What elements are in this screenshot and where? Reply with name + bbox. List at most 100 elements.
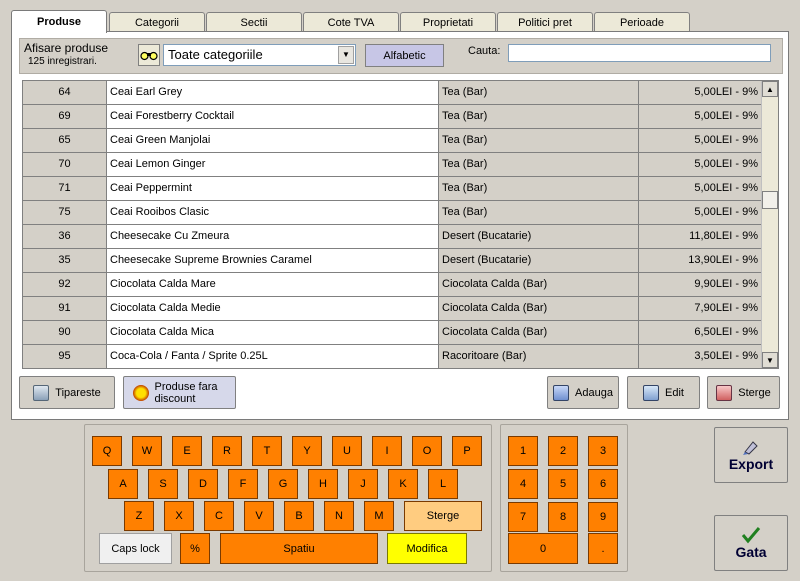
table-row[interactable]: 69 Ceai Forestberry Cocktail Tea (Bar) 5,00… bbox=[23, 105, 761, 129]
numeric-keypad bbox=[500, 424, 628, 572]
backspace-key[interactable]: Sterge bbox=[404, 501, 482, 531]
search-input[interactable] bbox=[508, 44, 771, 62]
no-discount-button-label: Produse fara discount bbox=[154, 380, 218, 405]
product-name-cell: Ceai Peppermint bbox=[107, 177, 439, 200]
key-l[interactable]: L bbox=[428, 469, 458, 499]
product-category-cell: Desert (Bucatarie) bbox=[439, 225, 639, 248]
delete-icon bbox=[716, 384, 733, 401]
product-id-cell: 35 bbox=[23, 249, 107, 272]
key-m[interactable]: M bbox=[364, 501, 394, 531]
key-g[interactable]: G bbox=[268, 469, 298, 499]
key-w[interactable]: W bbox=[132, 436, 162, 466]
product-price-cell: 5,00LEI - 9% bbox=[639, 129, 761, 152]
key-n[interactable]: N bbox=[324, 501, 354, 531]
product-name-cell: Cheesecake Cu Zmeura bbox=[107, 225, 439, 248]
key-o[interactable]: O bbox=[412, 436, 442, 466]
key-b[interactable]: B bbox=[284, 501, 314, 531]
tab-label: Perioade bbox=[619, 16, 665, 29]
product-id-cell: 69 bbox=[23, 105, 107, 128]
product-price-cell: 11,80LEI - 9% bbox=[639, 225, 761, 248]
key-f[interactable]: F bbox=[228, 469, 258, 499]
tab-proprietati[interactable]: Proprietati bbox=[400, 12, 496, 32]
table-row[interactable]: 64 Ceai Earl Grey Tea (Bar) 5,00LEI - 9% bbox=[23, 81, 761, 105]
product-name-cell: Cheesecake Supreme Brownies Caramel bbox=[107, 249, 439, 272]
product-id-cell: 65 bbox=[23, 129, 107, 152]
scroll-down-icon[interactable]: ▼ bbox=[762, 352, 778, 368]
product-id-cell: 95 bbox=[23, 345, 107, 368]
caps-lock-key[interactable]: Caps lock bbox=[99, 533, 172, 564]
product-category-cell: Tea (Bar) bbox=[439, 81, 639, 104]
key-j[interactable]: J bbox=[348, 469, 378, 499]
table-row[interactable]: 70 Ceai Lemon Ginger Tea (Bar) 5,00LEI - 9% bbox=[23, 153, 761, 177]
key-k[interactable]: K bbox=[388, 469, 418, 499]
print-button[interactable]: Tipareste bbox=[19, 376, 115, 409]
product-price-cell: 3,50LEI - 9% bbox=[639, 345, 761, 368]
product-price-cell: 7,90LEI - 9% bbox=[639, 297, 761, 320]
key-a[interactable]: A bbox=[108, 469, 138, 499]
product-id-cell: 36 bbox=[23, 225, 107, 248]
table-row[interactable]: 65 Ceai Green Manjolai Tea (Bar) 5,00LEI - … bbox=[23, 129, 761, 153]
key-y[interactable]: Y bbox=[292, 436, 322, 466]
table-row[interactable]: 91 Ciocolata Calda Medie Ciocolata Calda (… bbox=[23, 297, 761, 321]
key-c[interactable]: C bbox=[204, 501, 234, 531]
print-button-label: Tipareste bbox=[55, 386, 101, 399]
tab-sectii[interactable]: Sectii bbox=[206, 12, 302, 32]
done-button[interactable]: Gata bbox=[714, 515, 788, 571]
tab-categorii[interactable]: Categorii bbox=[109, 12, 205, 32]
key-x[interactable]: X bbox=[164, 501, 194, 531]
scroll-thumb[interactable] bbox=[762, 191, 778, 209]
export-button[interactable]: Export bbox=[714, 427, 788, 483]
binoculars-icon[interactable] bbox=[138, 44, 160, 66]
key-p[interactable]: P bbox=[452, 436, 482, 466]
key-d[interactable]: D bbox=[188, 469, 218, 499]
table-row[interactable]: 35 Cheesecake Supreme Brownies Caramel Des… bbox=[23, 249, 761, 273]
table-row[interactable]: 92 Ciocolata Calda Mare Ciocolata Calda (B… bbox=[23, 273, 761, 297]
checkmark-icon bbox=[741, 527, 761, 544]
tab-label: Proprietati bbox=[422, 16, 474, 29]
key-i[interactable]: I bbox=[372, 436, 402, 466]
table-row[interactable]: 90 Ciocolata Calda Mica Ciocolata Calda (B… bbox=[23, 321, 761, 345]
table-row[interactable]: 36 Cheesecake Cu Zmeura Desert (Bucatarie)… bbox=[23, 225, 761, 249]
alphabetic-sort-button[interactable]: Alfabetic bbox=[365, 44, 444, 67]
tab-label: Politici pret bbox=[518, 16, 572, 29]
add-button[interactable]: Adauga bbox=[547, 376, 619, 409]
key-percent[interactable]: % bbox=[180, 533, 210, 564]
product-name-cell: Ceai Lemon Ginger bbox=[107, 153, 439, 176]
tab-perioade[interactable]: Perioade bbox=[594, 12, 690, 32]
edit-button-label: Edit bbox=[665, 386, 684, 399]
chevron-down-icon[interactable]: ▼ bbox=[338, 46, 354, 64]
scroll-up-icon[interactable]: ▲ bbox=[762, 81, 778, 97]
category-select[interactable]: Toate categoriile ▼ bbox=[163, 44, 356, 66]
key-q[interactable]: Q bbox=[92, 436, 122, 466]
key-v[interactable]: V bbox=[244, 501, 274, 531]
key-r[interactable]: R bbox=[212, 436, 242, 466]
edit-button[interactable]: Edit bbox=[627, 376, 700, 409]
key-t[interactable]: T bbox=[252, 436, 282, 466]
key-s[interactable]: S bbox=[148, 469, 178, 499]
product-price-cell: 9,90LEI - 9% bbox=[639, 273, 761, 296]
product-price-cell: 5,00LEI - 9% bbox=[639, 201, 761, 224]
product-price-cell: 5,00LEI - 9% bbox=[639, 81, 761, 104]
key-e[interactable]: E bbox=[172, 436, 202, 466]
delete-button[interactable]: Sterge bbox=[707, 376, 780, 409]
table-row[interactable]: 71 Ceai Peppermint Tea (Bar) 5,00LEI - 9% bbox=[23, 177, 761, 201]
space-key[interactable]: Spatiu bbox=[220, 533, 378, 564]
tab-produse[interactable]: Produse bbox=[11, 10, 107, 33]
product-name-cell: Ceai Forestberry Cocktail bbox=[107, 105, 439, 128]
key-u[interactable]: U bbox=[332, 436, 362, 466]
key-z[interactable]: Z bbox=[124, 501, 154, 531]
key-h[interactable]: H bbox=[308, 469, 338, 499]
category-select-value: Toate categoriile bbox=[168, 47, 263, 62]
product-category-cell: Ciocolata Calda (Bar) bbox=[439, 321, 639, 344]
modify-key[interactable]: Modifica bbox=[387, 533, 467, 564]
product-id-cell: 91 bbox=[23, 297, 107, 320]
filter-bar: Afisare produse 125 inregistrari. Toate … bbox=[19, 38, 783, 74]
tab-politici-pret[interactable]: Politici pret bbox=[497, 12, 593, 32]
tab-cote-tva[interactable]: Cote TVA bbox=[303, 12, 399, 32]
product-price-cell: 6,50LEI - 9% bbox=[639, 321, 761, 344]
vertical-scrollbar[interactable]: ▲ ▼ bbox=[761, 81, 778, 368]
table-row[interactable]: 75 Ceai Rooibos Clasic Tea (Bar) 5,00LEI - … bbox=[23, 201, 761, 225]
product-category-cell: Tea (Bar) bbox=[439, 153, 639, 176]
no-discount-button[interactable]: Produse fara discount bbox=[123, 376, 236, 409]
table-row[interactable]: 95 Coca-Cola / Fanta / Sprite 0.25L Racori… bbox=[23, 345, 761, 368]
